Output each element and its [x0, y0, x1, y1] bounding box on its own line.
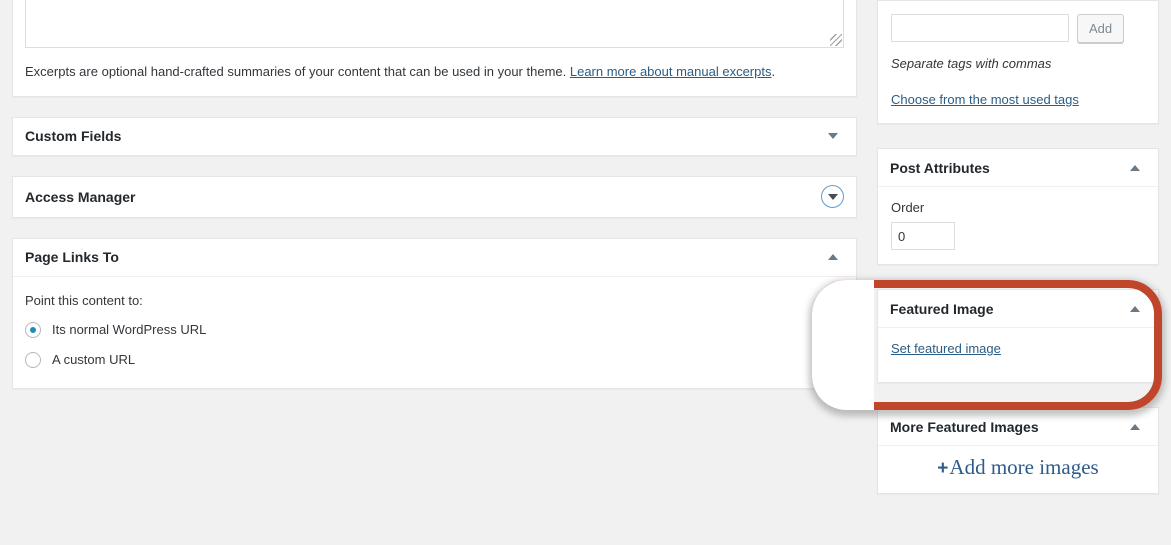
access-manager-toggle-button[interactable]: [821, 185, 844, 208]
radio-option-normal-url[interactable]: Its normal WordPress URL: [25, 322, 844, 338]
custom-fields-metabox: Custom Fields: [12, 117, 857, 156]
chevron-up-icon: [1130, 306, 1140, 312]
set-featured-image-link[interactable]: Set featured image: [891, 341, 1001, 356]
more-featured-images-toggle-button[interactable]: [1124, 416, 1146, 438]
access-manager-title: Access Manager: [25, 190, 136, 204]
radio-normal-url-label[interactable]: Its normal WordPress URL: [52, 322, 206, 337]
access-manager-metabox: Access Manager: [12, 176, 857, 218]
page-links-to-title: Page Links To: [25, 250, 119, 264]
more-featured-images-title: More Featured Images: [890, 420, 1039, 434]
more-featured-images-body: +Add more images: [878, 446, 1158, 493]
featured-image-body: Set featured image: [878, 328, 1158, 382]
add-more-images-label: Add more images: [949, 455, 1098, 479]
add-tag-button[interactable]: Add: [1077, 14, 1124, 43]
post-attributes-metabox: Post Attributes Order: [877, 148, 1159, 265]
tag-entry-row: Add: [891, 14, 1145, 43]
custom-fields-header[interactable]: Custom Fields: [13, 118, 856, 155]
featured-image-toggle-button[interactable]: [1124, 298, 1146, 320]
main-column: Excerpts are optional hand-crafted summa…: [12, 0, 857, 409]
page-links-to-metabox: Page Links To Point this content to: Its…: [12, 238, 857, 389]
post-attributes-title: Post Attributes: [890, 161, 990, 175]
excerpt-help-text-before: Excerpts are optional hand-crafted summa…: [25, 64, 570, 79]
featured-image-metabox: Featured Image Set featured image: [877, 289, 1159, 383]
page-links-to-toggle-button[interactable]: [822, 246, 844, 268]
excerpt-textarea[interactable]: [26, 0, 843, 47]
excerpt-help-text: Excerpts are optional hand-crafted summa…: [25, 62, 844, 82]
post-attributes-toggle-button[interactable]: [1124, 157, 1146, 179]
access-manager-header[interactable]: Access Manager: [13, 177, 856, 217]
chevron-down-icon: [828, 133, 838, 139]
order-label: Order: [891, 200, 1145, 215]
plus-icon: +: [937, 458, 948, 479]
tags-hint: Separate tags with commas: [891, 56, 1145, 71]
post-attributes-body: Order: [878, 187, 1158, 264]
custom-fields-title: Custom Fields: [25, 129, 121, 143]
manual-excerpts-link[interactable]: Learn more about manual excerpts: [570, 64, 772, 79]
chevron-up-icon: [1130, 424, 1140, 430]
resize-handle-icon[interactable]: [830, 34, 842, 46]
tags-body: Add Separate tags with commas Choose fro…: [878, 1, 1158, 123]
radio-normal-url-input[interactable]: [25, 322, 41, 338]
tags-metabox: Add Separate tags with commas Choose fro…: [877, 0, 1159, 124]
page-links-to-body: Point this content to: Its normal WordPr…: [13, 277, 856, 388]
featured-image-header[interactable]: Featured Image: [878, 290, 1158, 328]
point-content-label: Point this content to:: [25, 293, 844, 308]
featured-image-title: Featured Image: [890, 302, 993, 316]
custom-fields-toggle-button[interactable]: [822, 125, 844, 147]
radio-option-custom-url[interactable]: A custom URL: [25, 352, 844, 368]
chevron-down-circle-icon: [828, 194, 838, 200]
order-input[interactable]: [891, 222, 955, 250]
more-featured-images-metabox: More Featured Images +Add more images: [877, 407, 1159, 494]
add-more-images-link[interactable]: +Add more images: [937, 455, 1098, 479]
radio-custom-url-label[interactable]: A custom URL: [52, 352, 135, 367]
chevron-up-icon: [1130, 165, 1140, 171]
sidebar-column: Add Separate tags with commas Choose fro…: [877, 0, 1159, 514]
excerpt-metabox: Excerpts are optional hand-crafted summa…: [12, 0, 857, 97]
new-tag-input[interactable]: [891, 14, 1069, 42]
page-links-to-header[interactable]: Page Links To: [13, 239, 856, 277]
most-used-tags-link[interactable]: Choose from the most used tags: [891, 92, 1079, 107]
post-attributes-header[interactable]: Post Attributes: [878, 149, 1158, 187]
excerpt-textarea-wrapper: [25, 0, 844, 48]
radio-custom-url-input[interactable]: [25, 352, 41, 368]
more-featured-images-header[interactable]: More Featured Images: [878, 408, 1158, 446]
excerpt-help-text-after: .: [771, 64, 775, 79]
chevron-up-icon: [828, 254, 838, 260]
